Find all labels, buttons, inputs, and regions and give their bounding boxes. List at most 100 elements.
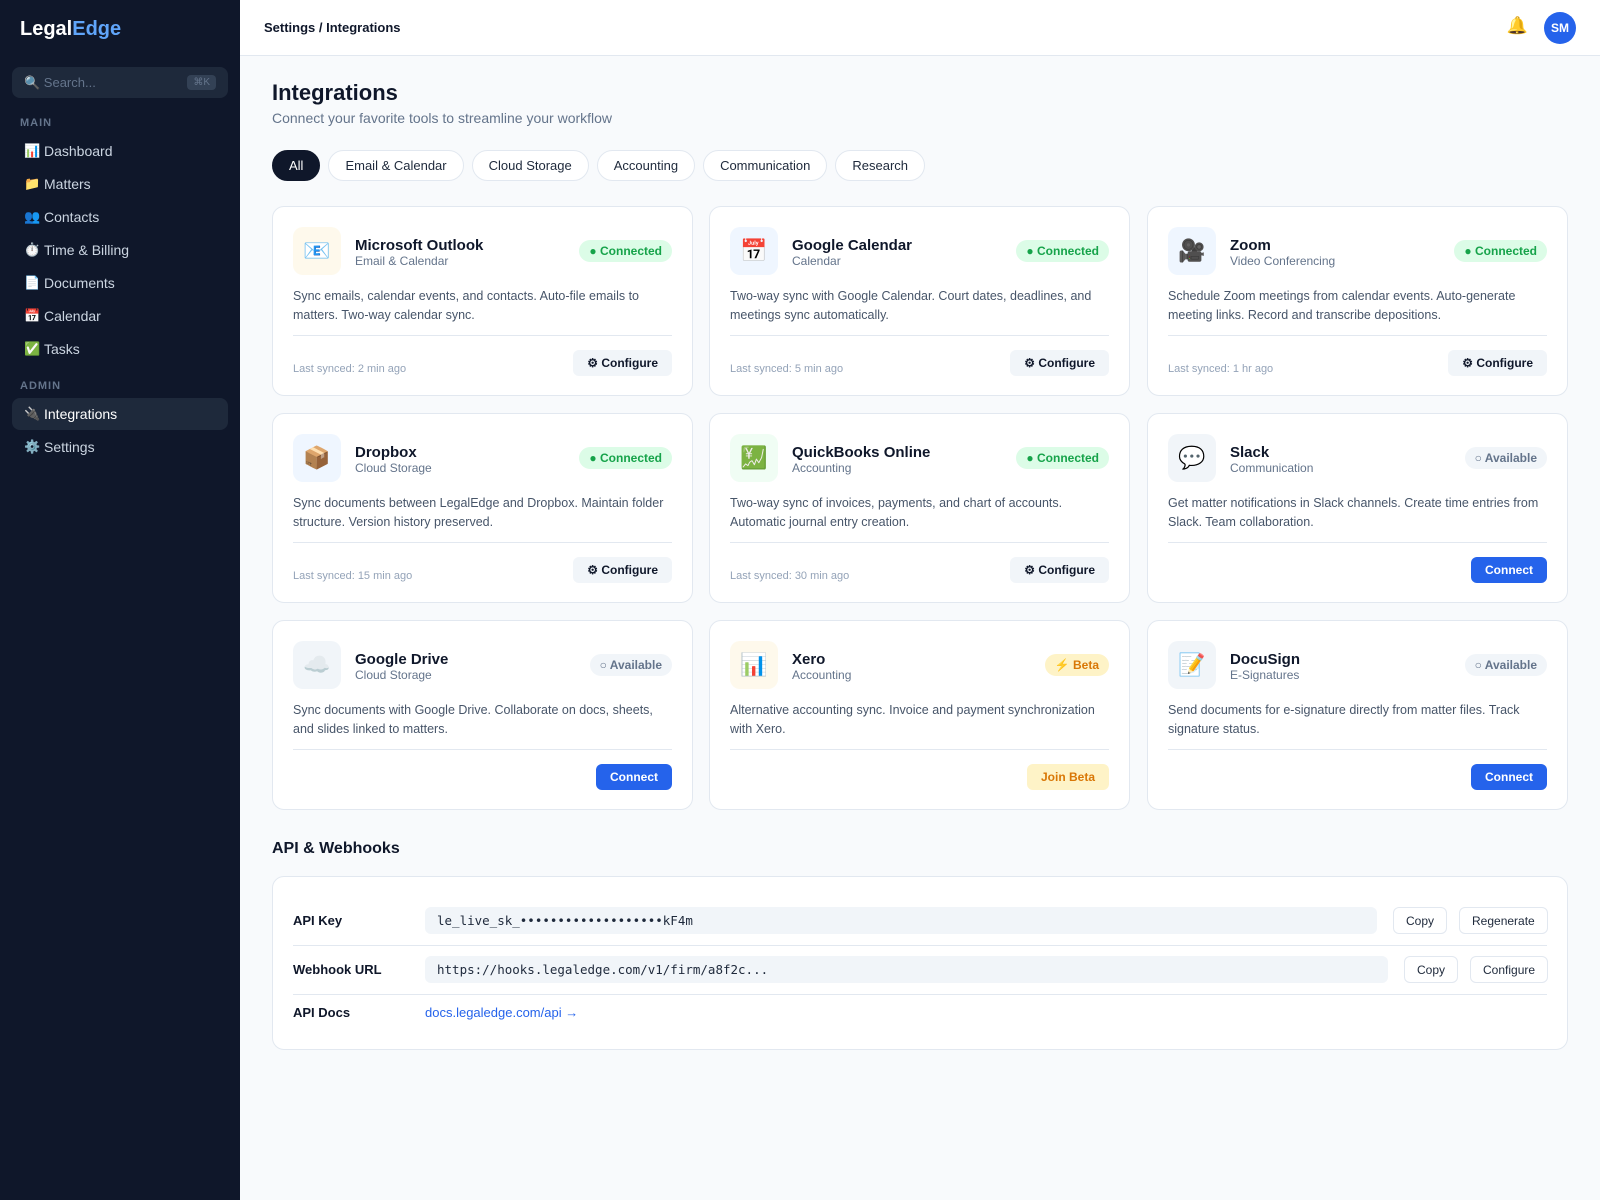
sidebar-item-label: Documents — [44, 275, 115, 291]
calendar-icon: 📅 — [730, 227, 778, 275]
sidebar-item-time-billing[interactable]: ⏱️ Time & Billing — [12, 234, 228, 266]
filter-chip-accounting[interactable]: Accounting — [596, 150, 696, 181]
card-divider — [293, 749, 672, 750]
sidebar-item-label: Time & Billing — [44, 242, 130, 258]
filter-chip-cloud-storage[interactable]: Cloud Storage — [471, 150, 589, 181]
configure-button[interactable]: ⚙ Configure — [1010, 350, 1109, 376]
sidebar-item-label: Dashboard — [44, 143, 113, 159]
sidebar-item-tasks[interactable]: ✅ Tasks — [12, 333, 228, 365]
connect-button[interactable]: Connect — [596, 764, 672, 790]
search-input[interactable]: 🔍 Search... ⌘K — [12, 67, 228, 98]
integration-description: Two-way sync of invoices, payments, and … — [730, 496, 1063, 529]
checkmark-icon: ✅ — [24, 341, 41, 356]
configure-button[interactable]: ⚙ Configure — [1010, 557, 1109, 583]
api-docs-link[interactable]: docs.legaledge.com/api → — [425, 1005, 578, 1020]
integration-category: Accounting — [792, 668, 852, 682]
webhook-url-label: Webhook URL — [293, 962, 382, 977]
folder-icon: 📁 — [24, 176, 41, 191]
integration-card-dropbox: 📦 Dropbox Cloud Storage ● Connected Sync… — [272, 413, 693, 603]
page-title: Integrations — [272, 80, 398, 105]
page-subtitle: Connect your favorite tools to streamlin… — [272, 110, 613, 126]
integration-category: Accounting — [792, 461, 852, 475]
bell-icon[interactable]: 🔔 — [1507, 16, 1528, 36]
sidebar-item-calendar[interactable]: 📅 Calendar — [12, 300, 228, 332]
integration-category: Video Conferencing — [1230, 254, 1336, 268]
status-badge: ○ Available — [589, 654, 672, 676]
search-placeholder: 🔍 Search... — [24, 74, 96, 90]
outlook-icon: 📧 — [293, 227, 341, 275]
integration-name: Dropbox — [355, 444, 417, 461]
video-camera-icon: 🎥 — [1168, 227, 1216, 275]
filter-chip-research[interactable]: Research — [835, 150, 926, 181]
search-shortcut: ⌘K — [187, 75, 216, 90]
api-key-field[interactable]: le_live_sk_•••••••••••••••••••kF4m — [425, 907, 1377, 934]
status-badge: ● Connected — [1016, 240, 1109, 262]
integration-card-slack: 💬 Slack Communication ○ Available Get ma… — [1147, 413, 1568, 603]
status-badge: ⚡ Beta — [1044, 654, 1109, 676]
integration-card-google-calendar: 📅 Google Calendar Calendar ● Connected T… — [709, 206, 1130, 396]
sidebar-item-label: Integrations — [44, 406, 118, 422]
integration-category: Cloud Storage — [355, 668, 432, 682]
sidebar-item-label: Matters — [44, 176, 91, 192]
last-synced: Last synced: 5 min ago — [730, 363, 844, 375]
gear-icon: ⚙️ — [24, 439, 41, 454]
integration-description: Two-way sync with Google Calendar. Court… — [730, 289, 1092, 322]
sidebar: LegalEdge 🔍 Search... ⌘K MAIN 📊 Dashboar… — [0, 0, 240, 1200]
sidebar-item-label: Tasks — [44, 341, 80, 357]
sidebar-item-dashboard[interactable]: 📊 Dashboard — [12, 135, 228, 167]
api-docs-label: API Docs — [293, 1005, 351, 1020]
api-divider — [293, 994, 1547, 995]
copy-webhook-button[interactable]: Copy — [1404, 956, 1459, 983]
plug-icon: 🔌 — [24, 406, 41, 421]
status-badge: ○ Available — [1464, 447, 1547, 469]
regenerate-api-key-button[interactable]: Regenerate — [1459, 907, 1548, 934]
brand-name-accent: Edge — [72, 18, 122, 40]
webhook-url-field[interactable]: https://hooks.legaledge.com/v1/firm/a8f2… — [425, 956, 1388, 983]
package-icon: 📦 — [293, 434, 341, 482]
integration-category: E-Signatures — [1230, 668, 1300, 682]
configure-button[interactable]: ⚙ Configure — [573, 557, 672, 583]
connect-button[interactable]: Connect — [1471, 764, 1547, 790]
connect-button[interactable]: Connect — [1471, 557, 1547, 583]
sidebar-item-label: Settings — [44, 439, 95, 455]
card-divider — [1168, 542, 1547, 543]
filter-chip-communication[interactable]: Communication — [703, 150, 828, 181]
sidebar-item-documents[interactable]: 📄 Documents — [12, 267, 228, 299]
brand-logo[interactable]: LegalEdge — [20, 18, 121, 41]
sidebar-item-integrations[interactable]: 🔌 Integrations — [12, 398, 228, 430]
sidebar-item-label: Contacts — [44, 209, 100, 225]
integration-category: Communication — [1230, 461, 1314, 475]
chart-icon: 📊 — [24, 143, 41, 158]
filter-chip-all[interactable]: All — [272, 150, 321, 181]
configure-button[interactable]: ⚙ Configure — [1448, 350, 1547, 376]
status-badge: ● Connected — [1016, 447, 1109, 469]
configure-button[interactable]: ⚙ Configure — [573, 350, 672, 376]
integration-card-xero: 📊 Xero Accounting ⚡ Beta Alternative acc… — [709, 620, 1130, 810]
integration-card-docusign: 📝 DocuSign E-Signatures ○ Available Send… — [1147, 620, 1568, 810]
speech-bubble-icon: 💬 — [1168, 434, 1216, 482]
integration-name: Microsoft Outlook — [355, 237, 484, 254]
bar-chart-icon: 📊 — [730, 641, 778, 689]
sidebar-section-admin: ADMIN — [20, 380, 62, 392]
copy-api-key-button[interactable]: Copy — [1393, 907, 1448, 934]
integration-name: Xero — [792, 651, 826, 668]
status-badge: ● Connected — [579, 240, 672, 262]
configure-webhook-button[interactable]: Configure — [1470, 956, 1549, 983]
integration-card-google-drive: ☁️ Google Drive Cloud Storage ○ Availabl… — [272, 620, 693, 810]
integration-category: Calendar — [792, 254, 841, 268]
cloud-icon: ☁️ — [293, 641, 341, 689]
last-synced: Last synced: 15 min ago — [293, 570, 413, 582]
integration-description: Send documents for e-signature directly … — [1168, 703, 1520, 736]
sidebar-item-settings[interactable]: ⚙️ Settings — [12, 431, 228, 463]
sidebar-item-matters[interactable]: 📁 Matters — [12, 168, 228, 200]
filter-chip-email-calendar[interactable]: Email & Calendar — [328, 150, 464, 181]
card-divider — [1168, 335, 1547, 336]
document-icon: 📄 — [24, 275, 41, 290]
join-beta-button[interactable]: Join Beta — [1026, 764, 1109, 790]
avatar[interactable]: SM — [1544, 12, 1576, 44]
card-divider — [730, 335, 1109, 336]
integration-name: Google Drive — [355, 651, 449, 668]
integration-name: Google Calendar — [792, 237, 913, 254]
card-divider — [293, 542, 672, 543]
sidebar-item-contacts[interactable]: 👥 Contacts — [12, 201, 228, 233]
